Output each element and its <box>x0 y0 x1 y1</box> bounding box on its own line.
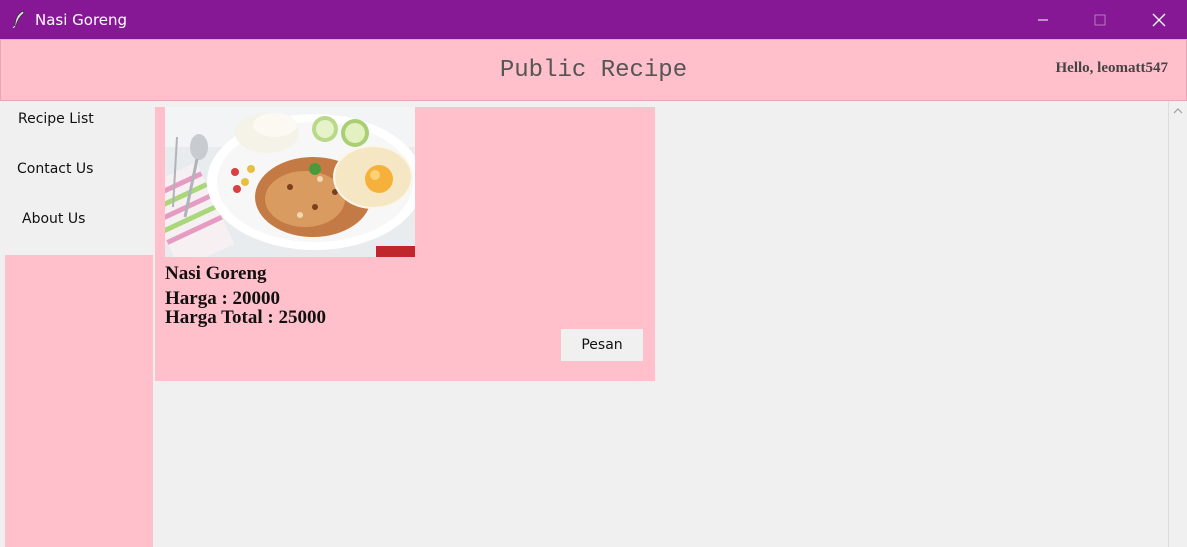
minimize-icon <box>1038 19 1048 20</box>
recipe-card: Nasi Goreng Harga : 20000 Harga Total : … <box>155 107 655 381</box>
recipe-total-price: Harga Total : 25000 <box>165 307 326 328</box>
page-header: Public Recipe Hello, leomatt547 <box>0 39 1187 101</box>
vertical-scrollbar[interactable] <box>1168 101 1187 547</box>
nav-about-us[interactable]: About Us <box>22 211 85 235</box>
close-icon <box>1152 13 1166 26</box>
sidebar-panel <box>5 255 153 547</box>
user-greeting: Hello, leomatt547 <box>1055 60 1168 76</box>
chevron-up-icon[interactable] <box>1172 106 1184 116</box>
minimize-button[interactable] <box>1014 0 1072 39</box>
order-button[interactable]: Pesan <box>561 329 643 361</box>
sidebar: Recipe List Contact Us About Us <box>0 101 154 547</box>
nav-contact-us[interactable]: Contact Us <box>17 161 93 185</box>
close-button[interactable] <box>1130 0 1187 39</box>
page-title: Public Recipe <box>499 57 688 84</box>
nav-recipe-list[interactable]: Recipe List <box>18 111 94 135</box>
window-title: Nasi Goreng <box>35 11 128 29</box>
recipe-name: Nasi Goreng <box>165 263 267 284</box>
fried-rice-photo <box>165 107 415 257</box>
feather-icon <box>12 10 25 28</box>
window-titlebar: Nasi Goreng <box>0 0 1187 39</box>
maximize-button[interactable] <box>1071 0 1129 39</box>
maximize-icon <box>1094 14 1106 25</box>
